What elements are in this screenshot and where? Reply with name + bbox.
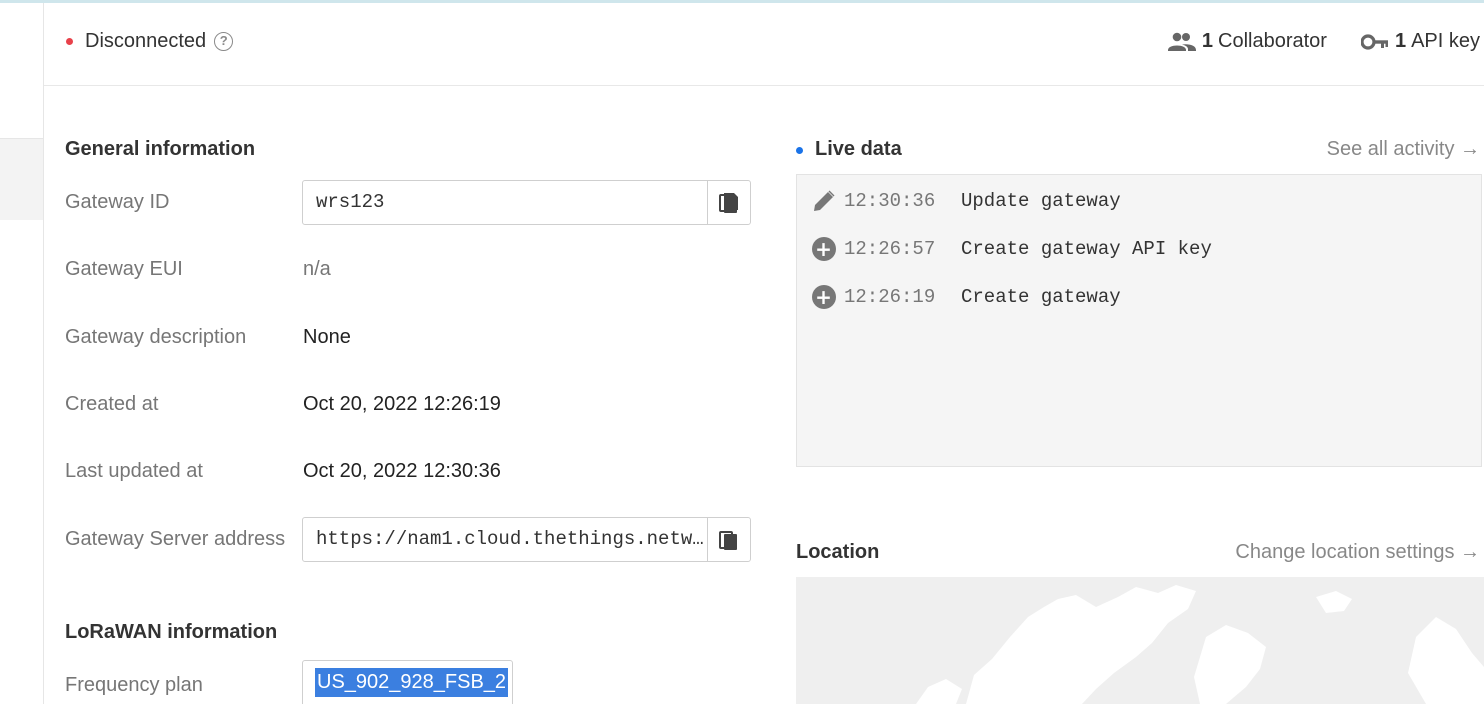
event-name: Create gateway	[961, 285, 1121, 308]
collaborators-count: 1	[1201, 30, 1213, 52]
gateway-id-value[interactable]: wrs123	[303, 181, 707, 224]
last-updated-value: Oct 20, 2022 12:30:36	[303, 460, 501, 482]
plus-circle-icon: +	[811, 236, 836, 261]
status-label: Disconnected	[85, 30, 207, 52]
gateway-description-label: Gateway description	[65, 326, 247, 348]
created-at-label: Created at	[65, 393, 159, 415]
collaborators-label: Collaborator	[1218, 30, 1327, 52]
api-keys-label: API key	[1411, 30, 1480, 52]
gateway-description-value: None	[303, 326, 351, 348]
location-title: Location	[796, 541, 880, 563]
gateway-eui-value: n/a	[303, 258, 331, 280]
server-address-label: Gateway Server address	[65, 528, 286, 550]
gateway-id-field: wrs123	[302, 180, 751, 225]
status-dot-icon	[66, 38, 73, 45]
event-time: 12:26:19	[844, 285, 936, 308]
key-icon	[1360, 33, 1388, 50]
event-name: Create gateway API key	[961, 237, 1212, 260]
event-row[interactable]: 12:30:36 Update gateway	[811, 188, 1121, 213]
frequency-plan-field[interactable]: US_902_928_FSB_2	[302, 660, 513, 704]
gateway-header: Disconnected ? 1 Collaborator 1 API key	[44, 3, 1484, 86]
pencil-icon	[811, 188, 836, 213]
help-icon[interactable]: ?	[214, 32, 234, 51]
event-time: 12:26:57	[844, 237, 936, 260]
copy-icon	[719, 192, 738, 213]
api-keys-count: 1	[1394, 30, 1407, 52]
gateway-eui-label: Gateway EUI	[65, 258, 183, 280]
general-info-title: General information	[65, 138, 256, 160]
event-time: 12:30:36	[844, 189, 936, 212]
live-data-title: Live data	[815, 138, 902, 160]
last-updated-label: Last updated at	[65, 460, 203, 482]
frequency-plan-label: Frequency plan	[65, 674, 203, 696]
live-data-panel: 12:30:36 Update gateway + 12:26:57 Creat…	[796, 174, 1482, 467]
connection-status: Disconnected ?	[66, 30, 234, 53]
location-map[interactable]	[796, 577, 1484, 704]
sidebar	[0, 3, 44, 704]
collaborators-link[interactable]: 1 Collaborator	[1167, 30, 1327, 53]
copy-gateway-id-button[interactable]	[707, 181, 750, 224]
lorawan-info-title: LoRaWAN information	[65, 621, 278, 643]
created-at-value: Oct 20, 2022 12:26:19	[303, 393, 501, 415]
change-location-link[interactable]: Change location settings →	[1235, 541, 1480, 564]
copy-server-address-button[interactable]	[707, 518, 750, 561]
event-name: Update gateway	[961, 189, 1121, 212]
event-row[interactable]: + 12:26:57 Create gateway API key	[811, 236, 1212, 261]
api-keys-link[interactable]: 1 API key	[1360, 30, 1480, 53]
live-indicator-icon	[796, 147, 803, 154]
see-all-activity-link[interactable]: See all activity →	[1327, 138, 1480, 161]
people-icon	[1167, 32, 1196, 51]
server-address-value[interactable]: https://nam1.cloud.thethings.network	[303, 518, 707, 561]
plus-circle-icon: +	[811, 284, 836, 309]
header-links: 1 Collaborator 1 API key	[1134, 30, 1480, 53]
map-landmass-graphic	[916, 585, 1484, 704]
gateway-id-label: Gateway ID	[65, 191, 170, 213]
server-address-field: https://nam1.cloud.thethings.network	[302, 517, 751, 562]
sidebar-active-item[interactable]	[0, 138, 43, 220]
event-row[interactable]: + 12:26:19 Create gateway	[811, 284, 1121, 309]
frequency-plan-value[interactable]: US_902_928_FSB_2	[315, 668, 509, 697]
copy-icon	[719, 530, 737, 550]
